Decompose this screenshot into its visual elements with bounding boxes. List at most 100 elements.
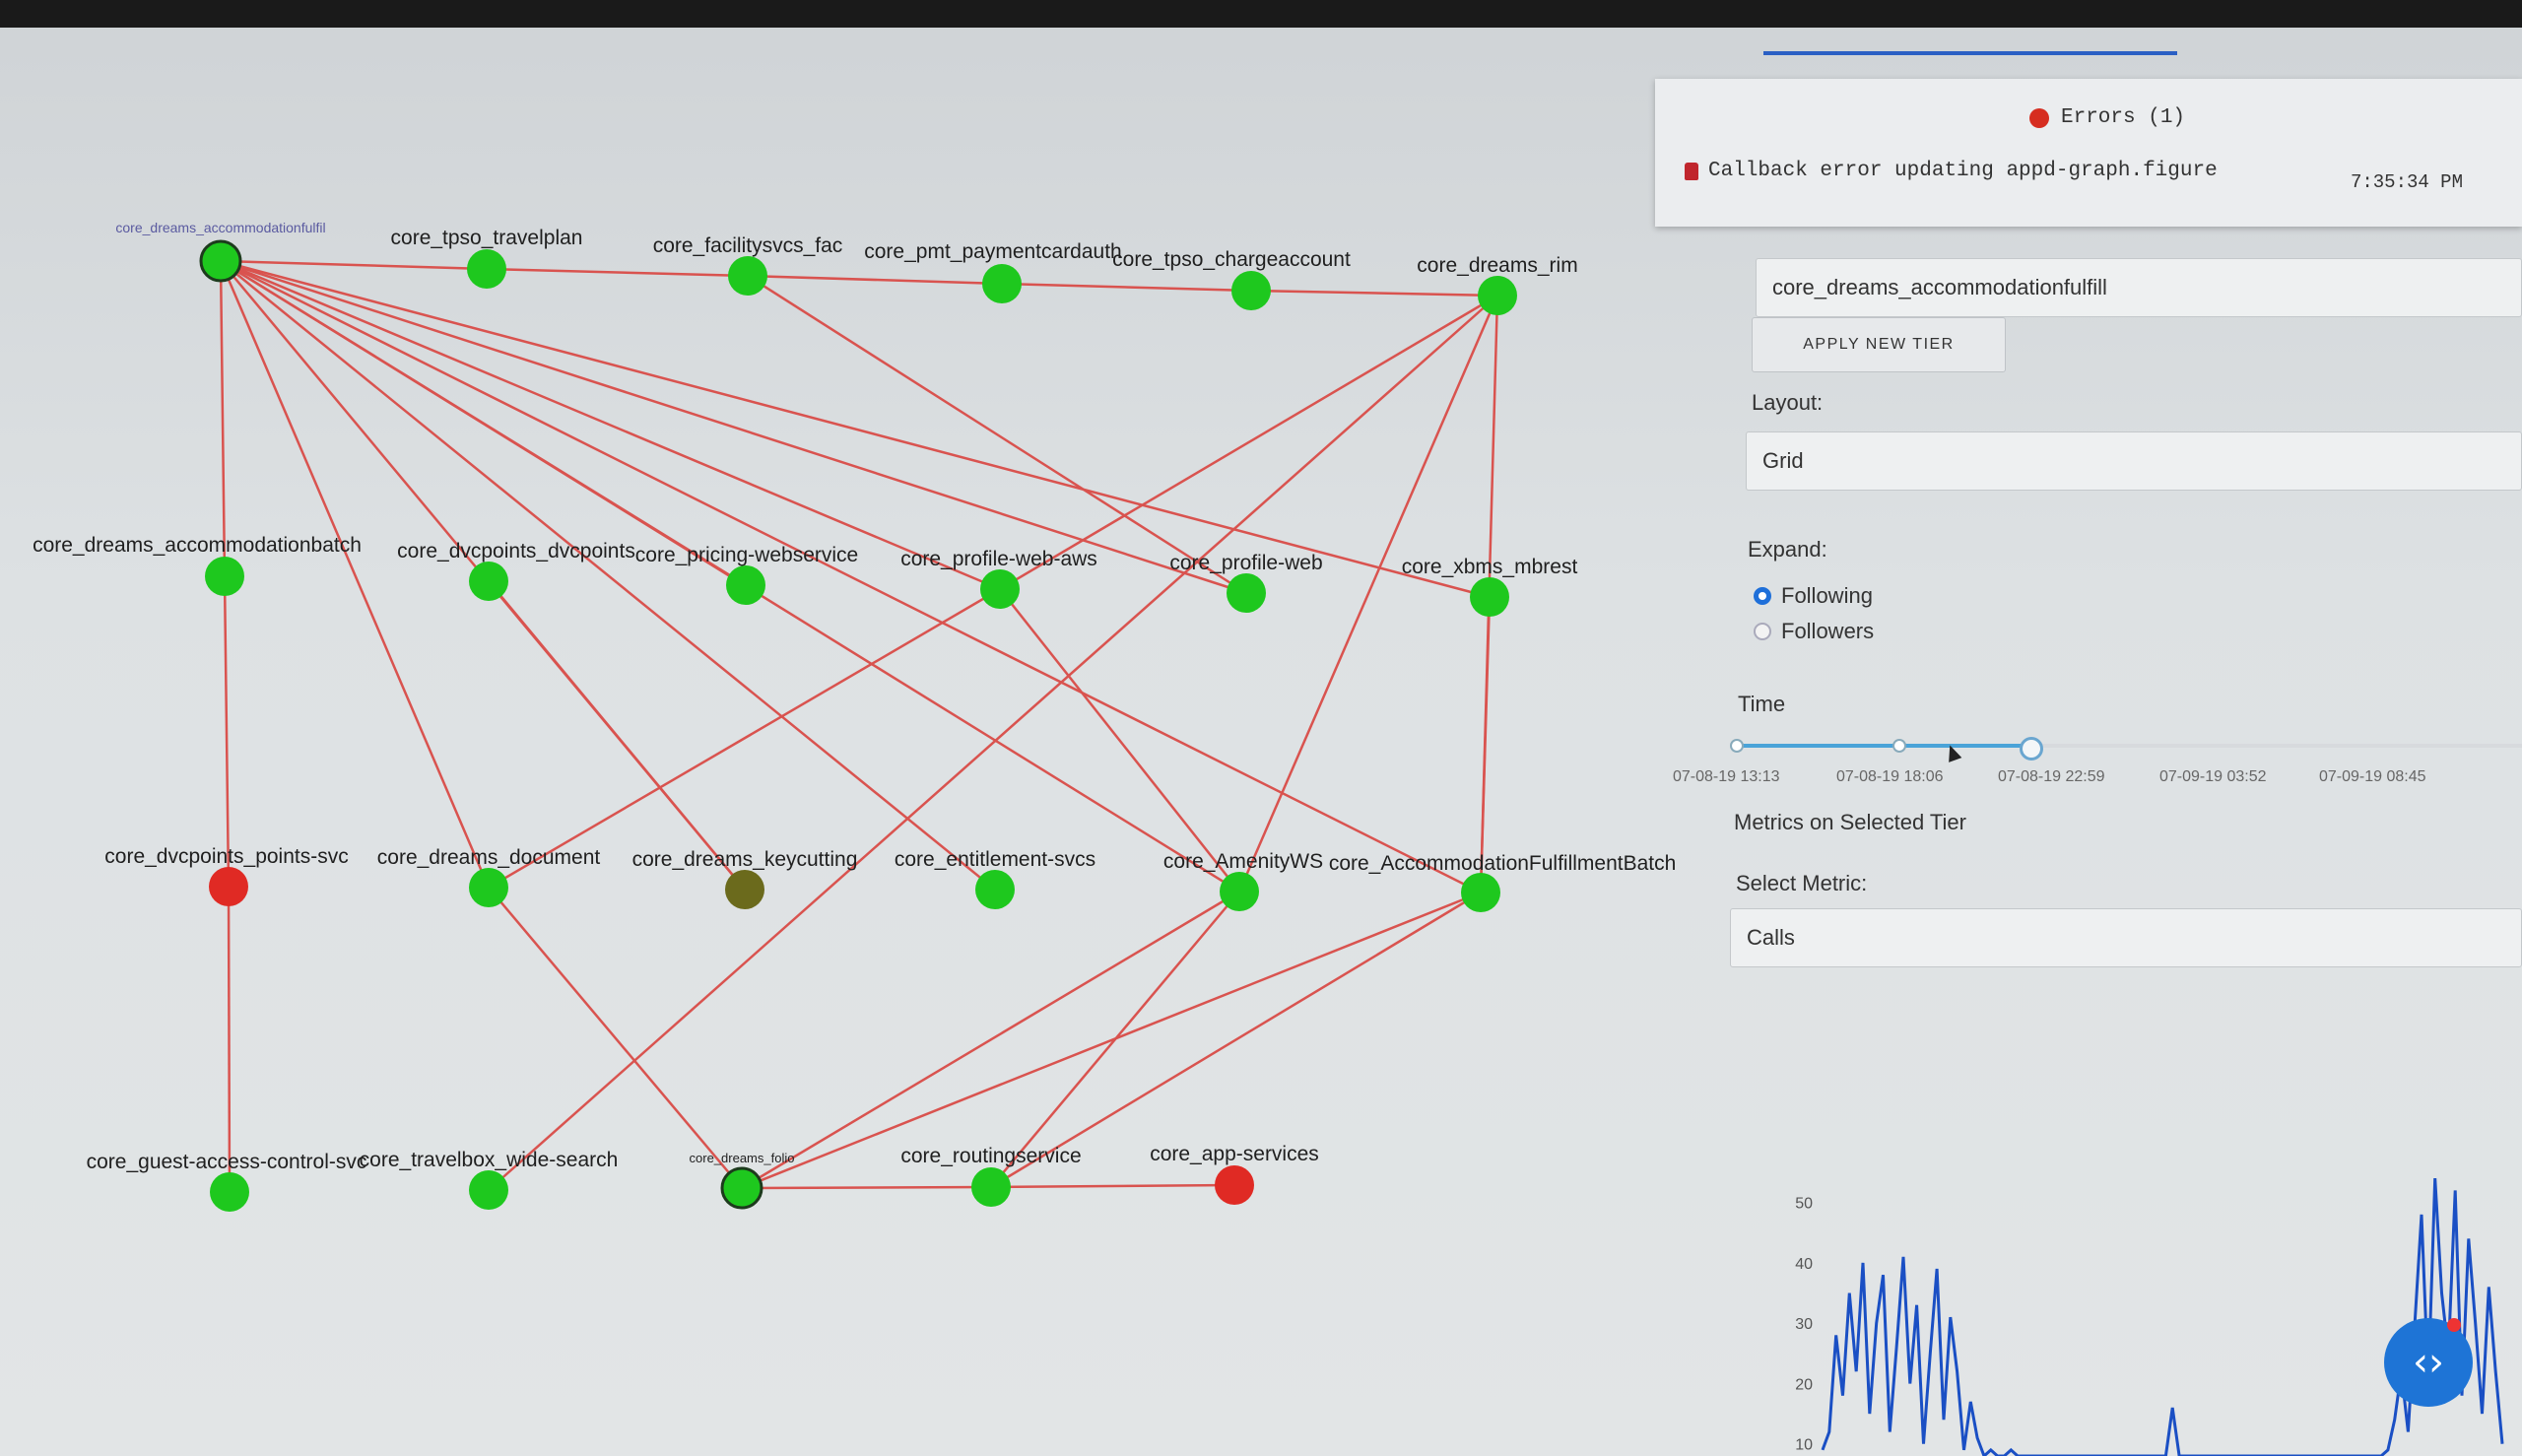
time-tick: 07-09-19 08:45 [2319, 768, 2426, 785]
radio-followers[interactable]: Followers [1754, 619, 1874, 644]
graph-node[interactable] [1231, 271, 1271, 310]
graph-node-label: core_profile-web-aws [900, 548, 1097, 570]
time-label: Time [1738, 692, 1786, 716]
layout-label: Layout: [1752, 390, 1824, 415]
graph-node[interactable] [1470, 577, 1509, 617]
tier-input[interactable]: core_dreams_accommodationfulfill [1756, 258, 2522, 317]
y-tick-label: 40 [1795, 1256, 1813, 1273]
error-icon [1685, 162, 1698, 180]
graph-edge [220, 259, 1482, 894]
graph-node[interactable] [728, 256, 767, 296]
graph-node-label: core_dvcpoints_points-svc [104, 845, 348, 868]
time-tick: 07-08-19 22:59 [1998, 768, 2105, 785]
graph-node-label: core_dreams_rim [1417, 254, 1577, 277]
graph-node-label: core_app-services [1150, 1143, 1319, 1165]
service-graph[interactable]: core_dreams_accommodationfulfil core_tpso… [0, 0, 1675, 1456]
error-message: Callback error updating appd-graph.figur… [1708, 160, 2218, 182]
graph-node[interactable] [720, 1166, 763, 1210]
layout-select-value: Grid [1762, 448, 1804, 473]
graph-node-label: core_entitlement-svcs [895, 848, 1095, 871]
radio-following[interactable]: Following [1754, 583, 1873, 609]
graph-edge [741, 1185, 992, 1190]
errors-popup[interactable]: Errors (1) Callback error updating appd-… [1655, 79, 2522, 227]
graph-node[interactable] [205, 557, 244, 596]
graph-node-label: core_xbms_mbrest [1402, 556, 1578, 578]
graph-node-label: core_AccommodationFulfillmentBatchWS [1329, 852, 1675, 875]
graph-node[interactable] [725, 870, 764, 909]
metric-chart: 10 20 30 40 50 [1795, 1178, 2504, 1456]
apply-new-tier-button[interactable]: APPLY NEW TIER [1752, 317, 2006, 372]
code-brackets-icon: ‹› [2413, 1340, 2444, 1385]
graph-edge [223, 575, 231, 888]
time-tick: 07-08-19 18:06 [1836, 768, 1944, 785]
graph-node[interactable] [469, 1170, 508, 1210]
y-tick-label: 30 [1795, 1316, 1813, 1333]
graph-edge [1479, 596, 1492, 893]
graph-edge [1250, 289, 1498, 298]
graph-node[interactable] [726, 565, 765, 605]
graph-node-label: core_travelbox_wide-search [360, 1149, 619, 1171]
graph-node-label: core_dreams_keycutting [632, 848, 858, 871]
graph-node[interactable] [971, 1167, 1011, 1207]
graph-node[interactable] [975, 870, 1015, 909]
time-slider-mark [1892, 739, 1906, 753]
y-tick-label: 20 [1795, 1376, 1813, 1393]
graph-edge [220, 260, 996, 891]
time-slider-start-handle[interactable] [1730, 739, 1744, 753]
tier-input-value: core_dreams_accommodationfulfill [1772, 275, 2107, 299]
loading-bar [1763, 51, 2177, 55]
graph-edge [219, 260, 491, 889]
radio-following-input[interactable] [1754, 587, 1771, 605]
graph-edge [488, 887, 743, 1189]
graph-node[interactable] [1220, 872, 1259, 911]
graph-edge [990, 1183, 1235, 1189]
graph-node[interactable] [1215, 1165, 1254, 1205]
y-tick-label: 50 [1795, 1196, 1813, 1213]
radio-followers-input[interactable] [1754, 623, 1771, 640]
graph-edge [488, 580, 746, 891]
time-slider-end-handle[interactable] [2020, 737, 2043, 761]
graph-node-label: core_tpso_chargeaccount [1112, 248, 1351, 271]
dev-tools-button[interactable]: ‹› [2384, 1318, 2473, 1407]
graph-edge [741, 891, 1482, 1190]
graph-node-label: core_profile-web [1169, 552, 1322, 574]
graph-node-label: core_tpso_travelplan [391, 227, 583, 249]
layout-select[interactable]: Grid [1746, 431, 2522, 491]
graph-node-label: core_facilitysvcs_fac [653, 234, 843, 257]
graph-edge [219, 260, 227, 577]
graph-node[interactable] [469, 868, 508, 907]
graph-edge [1237, 295, 1499, 893]
graph-node-label: core_dvcpoints_dvcpoints [397, 540, 635, 563]
graph-node-label: core_pmt_paymentcardauth [864, 240, 1122, 263]
graph-edge [747, 274, 1003, 286]
graph-node[interactable] [467, 249, 506, 289]
graph-nodes: core_dreams_accommodationfulfil core_tpso… [33, 220, 1675, 1212]
graph-edges [219, 259, 1499, 1193]
graph-node[interactable] [199, 239, 242, 283]
graph-node[interactable] [469, 562, 508, 601]
graph-node[interactable] [980, 569, 1020, 609]
graph-node-label: core_dreams_accommodationfulfil [115, 220, 325, 235]
graph-node-label: core_dreams_document [377, 846, 601, 869]
calls-series-line [1821, 1178, 2504, 1456]
graph-node-label: core_guest-access-control-svc [87, 1151, 367, 1173]
graph-node[interactable] [210, 1172, 249, 1212]
metric-select[interactable]: Calls [1730, 908, 2522, 967]
graph-node-label: core_AmenityWS [1163, 850, 1323, 873]
graph-edge [227, 886, 232, 1193]
graph-node[interactable] [1227, 573, 1266, 613]
time-slider-fill [1734, 744, 2029, 748]
graph-node[interactable] [209, 867, 248, 906]
errors-header[interactable]: Errors (1) [2029, 106, 2185, 129]
graph-edge [488, 587, 1001, 890]
graph-node[interactable] [1478, 276, 1517, 315]
radio-following-label: Following [1781, 583, 1873, 608]
error-dot-icon [2029, 107, 2049, 128]
graph-edge [220, 259, 488, 271]
time-tick: 07-09-19 03:52 [2159, 768, 2267, 785]
error-message-row[interactable]: Callback error updating appd-graph.figur… [1685, 160, 2218, 182]
graph-node[interactable] [1461, 873, 1500, 912]
graph-node[interactable] [982, 264, 1022, 303]
graph-node-label: core_routingservice [900, 1145, 1081, 1167]
graph-edge [999, 294, 1498, 591]
